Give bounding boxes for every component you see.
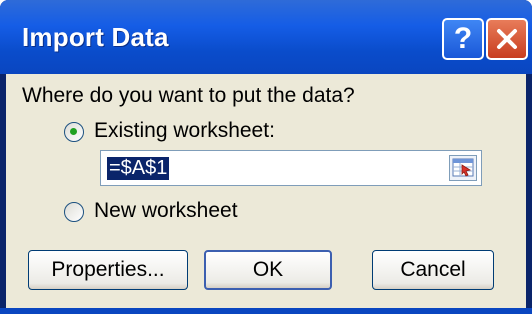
cancel-button[interactable]: Cancel <box>372 250 494 290</box>
properties-button[interactable]: Properties... <box>28 250 188 290</box>
help-icon: ? <box>453 22 473 55</box>
radio-selected-dot <box>70 128 77 135</box>
prompt-label: Where do you want to put the data? <box>22 84 355 107</box>
window-bottom-border <box>0 308 532 314</box>
collapse-dialog-button[interactable] <box>449 155 477 181</box>
existing-worksheet-label[interactable]: Existing worksheet: <box>94 119 275 143</box>
ok-button[interactable]: OK <box>204 250 332 290</box>
help-button[interactable]: ? <box>442 18 484 60</box>
dialog-body: Where do you want to put the data? Exist… <box>6 74 526 314</box>
collapse-dialog-icon <box>452 158 474 177</box>
existing-worksheet-radio[interactable] <box>64 122 84 142</box>
import-data-dialog: Import Data ? Where do you want to put t… <box>0 0 532 314</box>
new-worksheet-label[interactable]: New worksheet <box>94 199 238 223</box>
dialog-title: Import Data <box>22 22 169 52</box>
title-bar[interactable]: Import Data ? <box>0 0 532 74</box>
new-worksheet-radio[interactable] <box>64 202 84 222</box>
range-input[interactable]: =$A$1 <box>100 150 482 186</box>
range-value: =$A$1 <box>107 157 170 180</box>
close-icon <box>497 29 517 49</box>
close-button[interactable] <box>486 18 528 60</box>
